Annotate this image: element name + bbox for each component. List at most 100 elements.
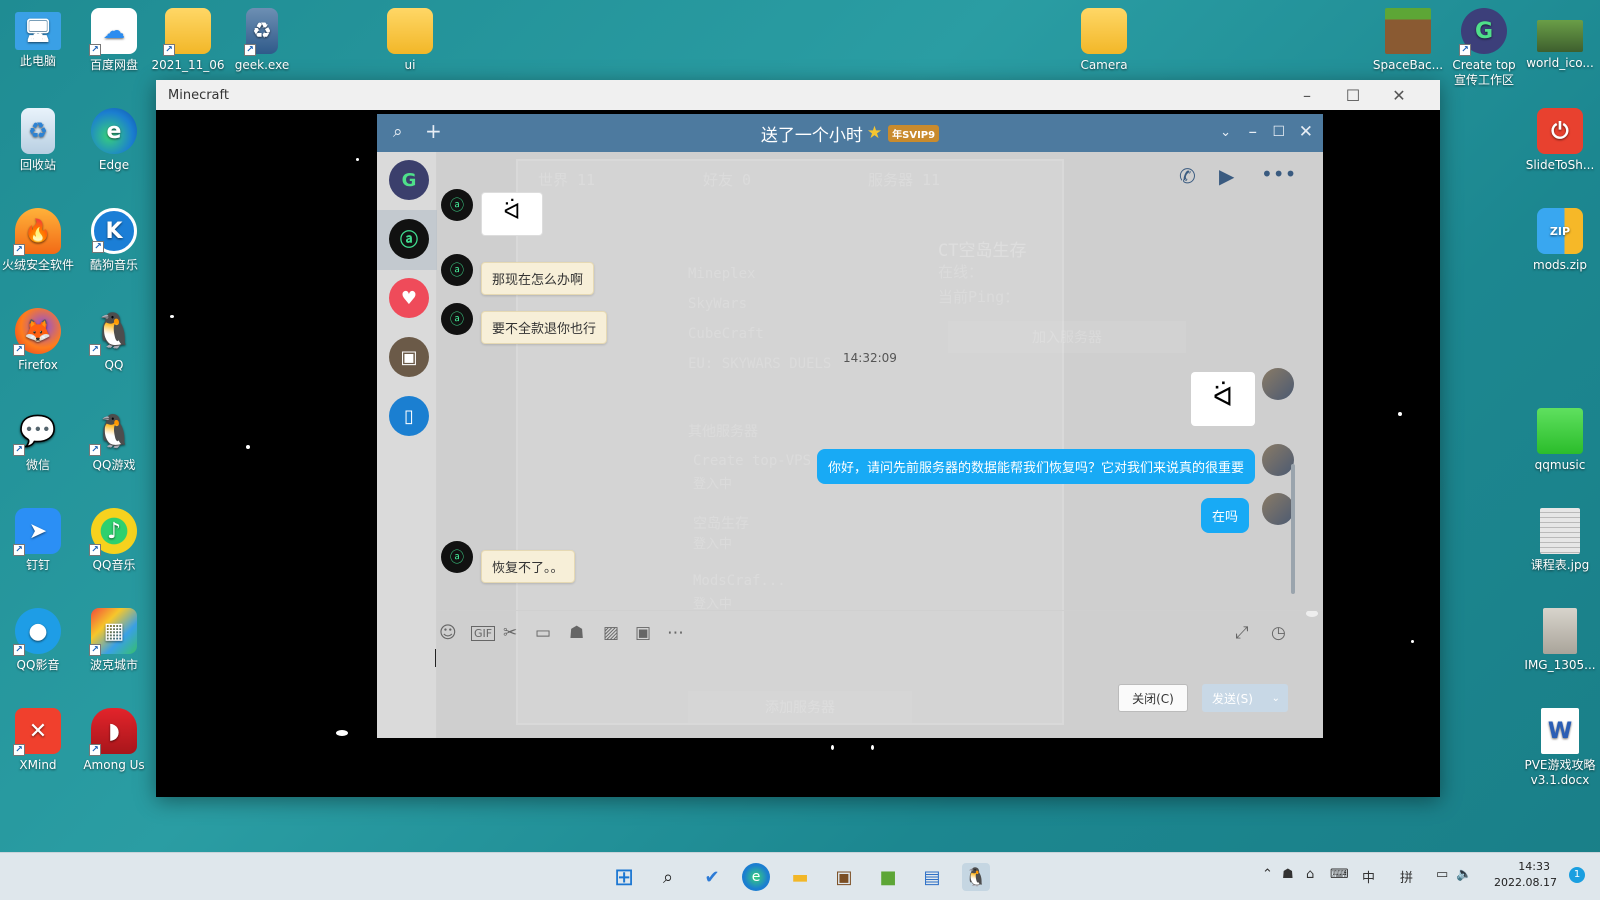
close-button[interactable]: ✕ bbox=[1376, 80, 1422, 110]
desktop-icon-qq-music[interactable]: ♪ ↗ QQ音乐 bbox=[76, 508, 152, 573]
desktop-icon-label: QQ bbox=[104, 358, 124, 372]
my-avatar[interactable] bbox=[1262, 493, 1294, 525]
search-icon[interactable]: ⌕ bbox=[393, 122, 403, 142]
message-bubble-incoming[interactable]: 要不全款退你也行 bbox=[481, 311, 608, 344]
minecraft-title-bar[interactable]: Minecraft – ☐ ✕ bbox=[156, 80, 1440, 110]
expand-icon[interactable]: ⤢ bbox=[1235, 623, 1249, 643]
desktop-icon-img1305[interactable]: IMG_1305... bbox=[1522, 608, 1598, 673]
more-tools-icon[interactable]: ⋯ bbox=[667, 623, 684, 643]
message-input[interactable] bbox=[437, 644, 1323, 704]
video-call-icon[interactable]: ▶ bbox=[1219, 164, 1234, 188]
qq-chat-window[interactable]: ⌕ + 送了一个小时 ★ 年SVIP9 ⌄ – ☐ ✕ G ⓐ ♥ ▣ ▯ ✆ … bbox=[377, 114, 1323, 738]
image-icon[interactable]: ▨ bbox=[603, 623, 619, 643]
device-icon[interactable]: ▯ bbox=[389, 396, 429, 436]
clock[interactable]: 14:33 2022.08.17 bbox=[1494, 859, 1557, 891]
desktop-icon-huorong[interactable]: 🔥 ↗ 火绒安全软件 bbox=[0, 208, 76, 273]
close-chat-button[interactable]: 关闭(C) bbox=[1118, 684, 1188, 712]
add-icon[interactable]: + bbox=[425, 119, 442, 143]
contact-avatar-create-top[interactable]: G bbox=[389, 160, 429, 200]
desktop-icon-schedule-jpg[interactable]: 课程表.jpg bbox=[1522, 508, 1598, 573]
close-icon[interactable]: ✕ bbox=[1299, 122, 1313, 142]
desktop-icon-world[interactable]: world_ico... bbox=[1522, 8, 1598, 71]
recycle-exe-icon: ♻ ↗ bbox=[244, 8, 278, 56]
maximize-icon[interactable]: ☐ bbox=[1272, 124, 1285, 140]
gif-icon[interactable]: GIF bbox=[471, 626, 496, 641]
desktop-icon-this-pc[interactable]: 🖥 此电脑 bbox=[0, 8, 76, 69]
notification-badge[interactable]: 1 bbox=[1569, 867, 1585, 883]
more-icon[interactable]: ••• bbox=[1261, 162, 1296, 186]
desktop-icon-qq-player[interactable]: ● ↗ QQ影音 bbox=[0, 608, 76, 673]
emoji-icon[interactable]: ☺ bbox=[439, 623, 457, 643]
desktop-icon-among-us[interactable]: ◗ ↗ Among Us bbox=[76, 708, 152, 773]
desktop-icon-geek[interactable]: ♻ ↗ geek.exe bbox=[224, 8, 300, 73]
my-avatar[interactable] bbox=[1262, 368, 1294, 400]
desktop-icon-edge[interactable]: e Edge bbox=[76, 108, 152, 173]
sender-avatar[interactable]: ⓐ bbox=[441, 254, 473, 286]
pc-manager-icon[interactable]: ▤ bbox=[918, 863, 946, 891]
tray-chevron-up-icon[interactable]: ⌃ bbox=[1262, 867, 1273, 882]
chevron-down-icon[interactable]: ⌄ bbox=[1272, 693, 1280, 704]
desktop-icon-dingtalk[interactable]: ➤ ↗ 钉钉 bbox=[0, 508, 76, 573]
desktop-icon-ui-folder[interactable]: ui bbox=[372, 8, 448, 73]
desktop-icon-kugou[interactable]: K ↗ 酷狗音乐 bbox=[76, 208, 152, 273]
folder-icon[interactable]: ▭ bbox=[535, 623, 551, 643]
file-explorer-icon[interactable]: ▬ bbox=[786, 863, 814, 891]
desktop-icon-folder-2021[interactable]: ↗ 2021_11_06 bbox=[150, 8, 226, 73]
todo-icon[interactable]: ✔ bbox=[698, 863, 726, 891]
desktop-icon-recycle-bin[interactable]: ♻ 回收站 bbox=[0, 108, 76, 173]
chest-icon[interactable]: ▣ bbox=[830, 863, 858, 891]
usb-icon[interactable]: ⌂ bbox=[1306, 867, 1314, 882]
qq-game-icon: 🐧 ↗ bbox=[89, 408, 137, 456]
red-packet-icon[interactable]: ☗ bbox=[569, 623, 584, 643]
minecraft-icon[interactable]: ■ bbox=[874, 863, 902, 891]
chat-scrollbar[interactable] bbox=[1291, 464, 1295, 594]
history-icon[interactable]: ◷ bbox=[1271, 623, 1286, 643]
desktop-icon-slide-to-shutdown[interactable]: ⏻ SlideToSh... bbox=[1522, 108, 1598, 173]
qq-taskbar-icon[interactable]: 🐧 bbox=[962, 863, 990, 891]
desktop-icon-qq-game[interactable]: 🐧 ↗ QQ游戏 bbox=[76, 408, 152, 473]
maximize-button[interactable]: ☐ bbox=[1330, 80, 1376, 110]
phone-call-icon[interactable]: ✆ bbox=[1179, 164, 1196, 188]
ime-language[interactable]: 中 bbox=[1362, 867, 1375, 886]
search-icon[interactable]: ⌕ bbox=[654, 863, 682, 891]
send-button[interactable]: 发送(S) ⌄ bbox=[1202, 684, 1288, 712]
keyboard-icon[interactable]: ⌨ bbox=[1330, 867, 1349, 882]
desktop-icon-label: geek.exe bbox=[234, 58, 290, 72]
tray-app-icon[interactable]: ☗ bbox=[1282, 867, 1294, 882]
desktop-icon-create-top[interactable]: G ↗ Create top 宣传工作区 bbox=[1446, 8, 1522, 88]
contact-avatar-group[interactable]: ▣ bbox=[389, 337, 429, 377]
chevron-down-icon[interactable]: ⌄ bbox=[1220, 125, 1231, 140]
desktop-icon-pve-docx[interactable]: W PVE游戏攻略 v3.1.docx bbox=[1522, 708, 1598, 788]
minimize-icon[interactable]: – bbox=[1249, 122, 1258, 142]
desktop-icon-baidu-netdisk[interactable]: ☁ ↗ 百度网盘 bbox=[76, 8, 152, 73]
desktop-icon-wechat[interactable]: 💬 ↗ 微信 bbox=[0, 408, 76, 473]
sender-avatar[interactable]: ⓐ bbox=[441, 189, 473, 221]
desktop-icon-qqmusic-folder[interactable]: qqmusic bbox=[1522, 408, 1598, 473]
desktop-icon-boke[interactable]: ▦ ↗ 波克城市 bbox=[76, 608, 152, 673]
volume-icon[interactable]: 🔈 bbox=[1456, 867, 1472, 882]
screen-record-icon[interactable]: ▣ bbox=[635, 623, 651, 643]
edge-icon[interactable]: e bbox=[742, 863, 770, 891]
desktop-icon-spaceback[interactable]: SpaceBac... bbox=[1370, 8, 1446, 73]
message-bubble-incoming[interactable]: 那现在怎么办啊 bbox=[481, 262, 595, 295]
message-bubble-outgoing[interactable]: 在吗 bbox=[1201, 498, 1250, 533]
chat-title-bar[interactable]: ⌕ + 送了一个小时 ★ 年SVIP9 ⌄ – ☐ ✕ bbox=[377, 114, 1323, 152]
scissors-icon[interactable]: ✂ bbox=[503, 623, 517, 643]
desktop-icon-xmind[interactable]: ✕ ↗ XMind bbox=[0, 708, 76, 773]
desktop-icon-mods-zip[interactable]: ZIP mods.zip bbox=[1522, 208, 1598, 273]
contact-avatar-heart[interactable]: ♥ bbox=[389, 278, 429, 318]
ime-mode[interactable]: 拼 bbox=[1400, 867, 1413, 886]
message-bubble-outgoing[interactable]: 你好，请问先前服务器的数据能帮我们恢复吗？它对我们来说真的很重要 bbox=[817, 449, 1256, 484]
desktop-icon-camera-folder[interactable]: Camera bbox=[1066, 8, 1142, 73]
sender-avatar[interactable]: ⓐ bbox=[441, 541, 473, 573]
network-icon[interactable]: ▭ bbox=[1436, 867, 1448, 882]
desktop-icon-qq[interactable]: 🐧 ↗ QQ bbox=[76, 308, 152, 373]
firefox-icon: 🦊 ↗ bbox=[13, 308, 61, 356]
desktop-icon-firefox[interactable]: 🦊 ↗ Firefox bbox=[0, 308, 76, 373]
contact-avatar-current[interactable]: ⓐ bbox=[389, 219, 429, 259]
minimize-button[interactable]: – bbox=[1284, 80, 1330, 110]
my-avatar[interactable] bbox=[1262, 444, 1294, 476]
windows-start-icon[interactable]: ⊞ bbox=[610, 863, 638, 891]
sender-avatar[interactable]: ⓐ bbox=[441, 303, 473, 335]
message-bubble-incoming[interactable]: 恢复不了。。 bbox=[481, 550, 575, 583]
